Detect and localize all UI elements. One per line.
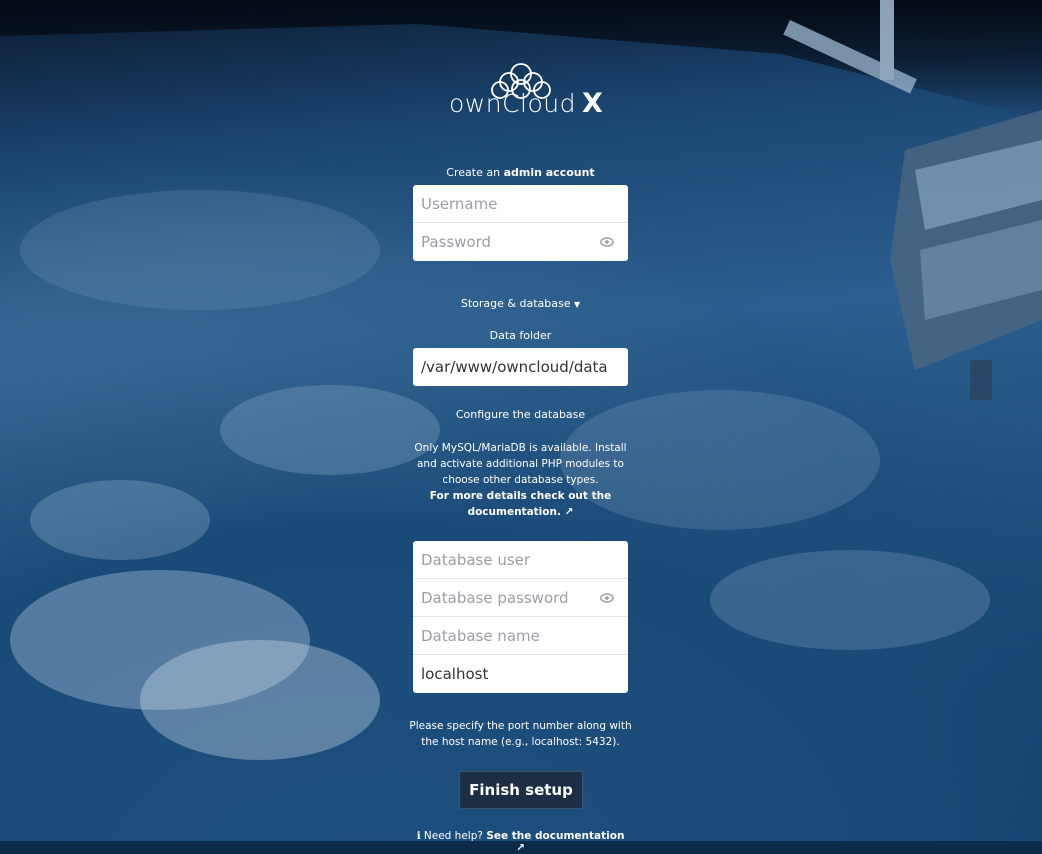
see-documentation-link[interactable]: See the documentation ↗ bbox=[486, 830, 624, 854]
password-field-wrap bbox=[413, 223, 628, 261]
host-port-hint: Please specify the port number along wit… bbox=[409, 720, 632, 748]
owncloud-logo: ownCloud X bbox=[449, 62, 603, 120]
show-db-password-eye-icon[interactable] bbox=[600, 593, 614, 603]
database-info-text: Only MySQL/MariaDB is available. Install… bbox=[414, 442, 627, 518]
db-user-field-wrap bbox=[413, 541, 628, 579]
caret-down-icon: ▼ bbox=[573, 300, 581, 309]
data-folder-field-wrap bbox=[413, 348, 628, 386]
storage-database-toggle[interactable]: Storage & database ▼ bbox=[413, 297, 628, 310]
db-password-field-wrap bbox=[413, 579, 628, 617]
admin-credentials-group bbox=[413, 185, 628, 261]
configure-database-heading: Configure the database bbox=[455, 408, 586, 421]
documentation-link[interactable]: For more details check out the documenta… bbox=[430, 490, 611, 518]
data-folder-label: Data folder bbox=[489, 329, 552, 342]
database-password-input[interactable] bbox=[413, 579, 628, 616]
help-footer: ℹ Need help? See the documentation ↗ bbox=[416, 830, 625, 854]
brand-name: ownCloud bbox=[449, 89, 576, 118]
brand-edition: X bbox=[582, 88, 604, 119]
username-field-wrap bbox=[413, 185, 628, 223]
info-icon: ℹ bbox=[416, 830, 421, 842]
show-password-eye-icon[interactable] bbox=[600, 237, 614, 247]
database-host-input[interactable] bbox=[413, 655, 628, 693]
database-user-input[interactable] bbox=[413, 541, 628, 578]
admin-account-heading: Create an admin account bbox=[446, 166, 595, 179]
database-credentials-group bbox=[413, 541, 628, 693]
db-name-field-wrap bbox=[413, 617, 628, 655]
data-folder-input[interactable] bbox=[413, 348, 628, 386]
db-host-field-wrap bbox=[413, 655, 628, 693]
database-name-input[interactable] bbox=[413, 617, 628, 654]
data-folder-group bbox=[413, 348, 628, 386]
password-input[interactable] bbox=[413, 223, 628, 261]
finish-setup-button[interactable]: Finish setup bbox=[459, 771, 583, 809]
username-input[interactable] bbox=[413, 185, 628, 222]
